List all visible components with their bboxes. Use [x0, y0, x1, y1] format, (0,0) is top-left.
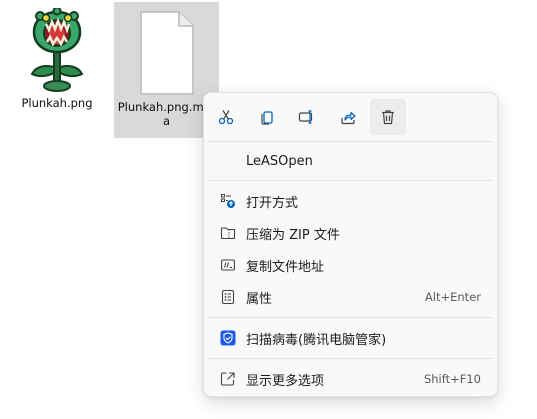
shield-check-icon	[219, 329, 237, 347]
zip-folder-icon	[219, 224, 237, 242]
cut-button[interactable]	[208, 99, 244, 135]
menu-item-properties[interactable]: 属性 Alt+Enter	[208, 281, 493, 313]
blank-document-icon	[139, 11, 194, 95]
menu-item-leasopen[interactable]: LeASOpen	[208, 145, 493, 177]
properties-icon	[219, 288, 237, 306]
menu-item-show-more-options[interactable]: 显示更多选项 Shift+F10	[208, 363, 493, 395]
context-menu: LeASOpen 打开方式 压缩为 ZIP 文件 复制文件地址 属性 Alt+E…	[203, 92, 498, 397]
shortcut-label: Alt+Enter	[424, 290, 481, 304]
open-with-icon	[219, 192, 237, 210]
rename-icon	[298, 110, 313, 124]
show-more-icon	[219, 370, 237, 388]
scissors-icon	[218, 110, 234, 125]
menu-item-open-with[interactable]: 打开方式	[208, 185, 493, 217]
trash-icon	[382, 110, 394, 125]
plant-monster-thumbnail	[14, 8, 100, 94]
menu-item-label: 显示更多选项	[246, 373, 325, 389]
blank-document-thumbnail	[124, 10, 210, 96]
share-icon	[340, 111, 356, 125]
delete-button[interactable]	[370, 99, 406, 135]
menu-item-compress-zip[interactable]: 压缩为 ZIP 文件	[208, 217, 493, 249]
menu-item-label: 打开方式	[246, 195, 299, 211]
plant-monster-image	[30, 8, 84, 92]
file-item-plunkah-png[interactable]: Plunkah.png	[11, 0, 103, 121]
menu-item-label: LeASOpen	[246, 153, 313, 169]
menu-item-label: 扫描病毒(腾讯电脑管家)	[246, 332, 387, 348]
copy-icon	[260, 111, 273, 125]
shortcut-label: Shift+F10	[423, 372, 481, 386]
share-button[interactable]	[330, 99, 366, 135]
copy-path-icon	[219, 256, 237, 274]
menu-item-label: 压缩为 ZIP 文件	[246, 227, 340, 243]
file-name-label: Plunkah.png	[21, 96, 93, 110]
copy-button[interactable]	[249, 99, 285, 135]
rename-button[interactable]	[289, 99, 325, 135]
menu-item-label: 复制文件地址	[246, 259, 325, 275]
menu-item-label: 属性	[246, 291, 273, 307]
quick-actions-bar	[204, 93, 497, 141]
menu-item-copy-path[interactable]: 复制文件地址	[208, 249, 493, 281]
menu-item-scan-virus[interactable]: 扫描病毒(腾讯电脑管家)	[208, 322, 493, 354]
